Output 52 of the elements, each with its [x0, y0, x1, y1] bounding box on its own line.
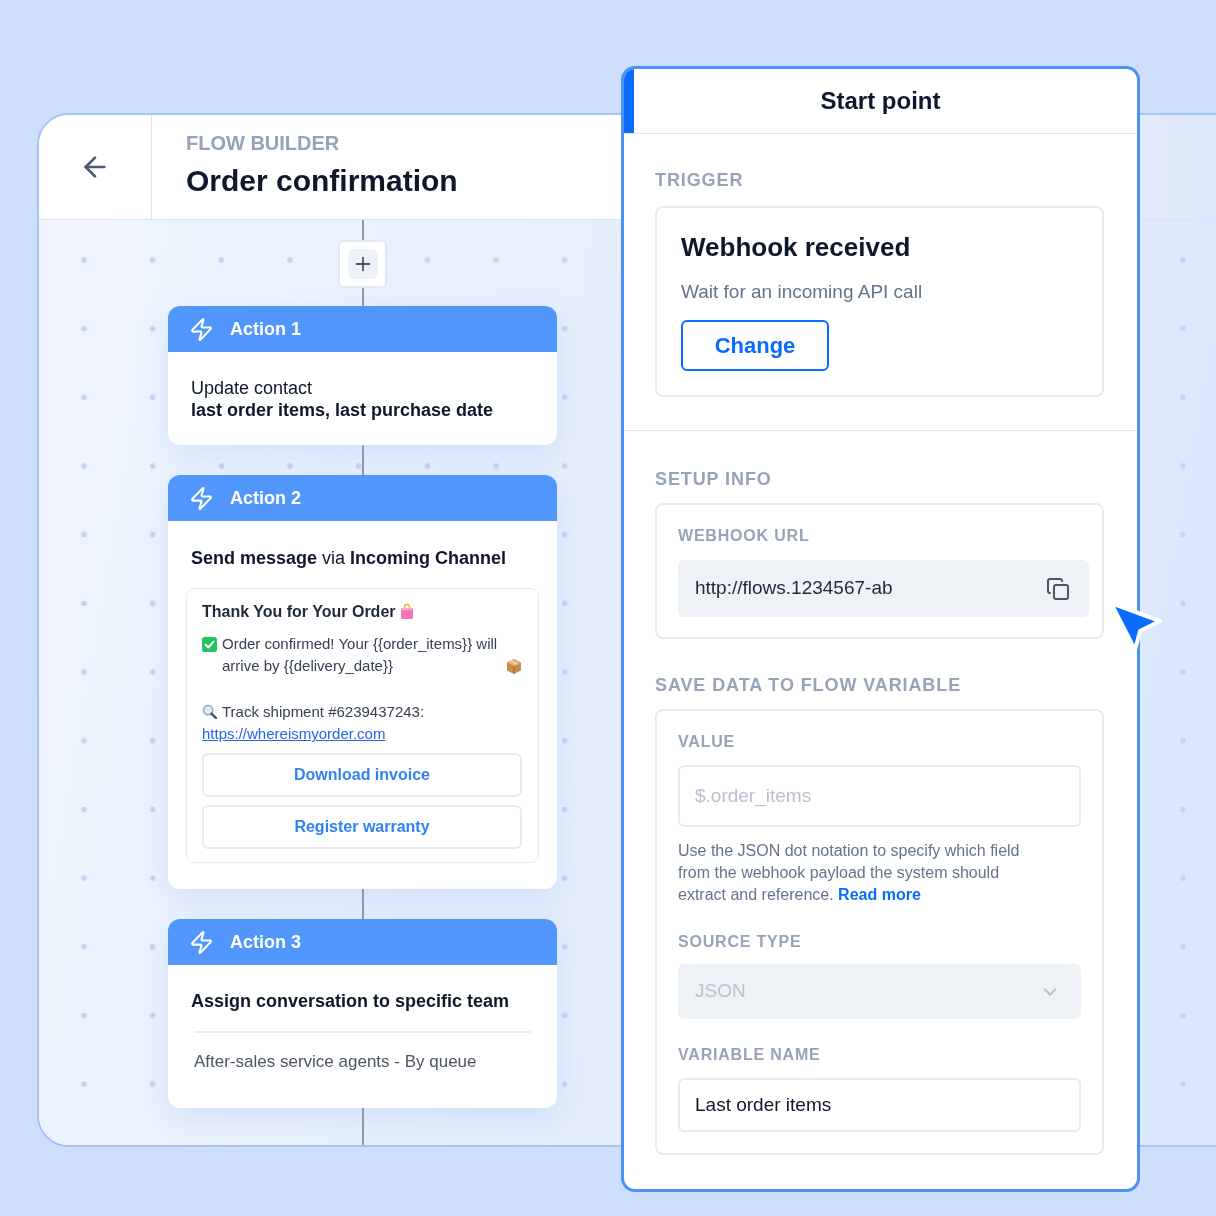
lightning-icon — [189, 485, 214, 511]
field-label: VALUE — [678, 732, 737, 752]
message-title: Thank You for Your Order — [202, 603, 396, 620]
section-heading: SAVE DATA TO FLOW VARIABLE — [655, 674, 963, 696]
connector-line — [361, 1108, 364, 1145]
trigger-title: Webhook received — [681, 232, 912, 262]
section-heading: SETUP INFO — [655, 468, 773, 490]
text-input[interactable]: $.order_items — [678, 765, 1081, 827]
action-text: Send message via Incoming Channel — [190, 547, 508, 569]
tracking-text: Track shipment #6239437243: — [222, 703, 425, 720]
copy-icon — [1046, 576, 1070, 601]
field-label: SOURCE TYPE — [678, 932, 803, 952]
plus-icon — [347, 249, 378, 279]
action-text: Update contact — [191, 377, 314, 399]
action-title: Action 1 — [230, 318, 301, 340]
webhook-url-field[interactable]: http://flows.1234567-ab — [678, 560, 1089, 617]
action-card[interactable]: Action 1 Update contact last order items, last purchase date — [168, 306, 557, 445]
add-step-button[interactable] — [338, 240, 387, 288]
flow-title: Order confirmation — [186, 163, 458, 199]
action-detail: last order items, last purchase date — [191, 399, 495, 421]
help-text: Use the JSON dot notation to specify which field from the webhook payload the system should extract and reference. Read more — [678, 841, 1021, 905]
text-input[interactable]: Last order items — [678, 1078, 1081, 1132]
action-detail: After-sales service agents - By queue — [193, 1051, 478, 1073]
action-card[interactable]: Action 3 Assign conversation to specific team After-sales service agents - By queue — [168, 919, 557, 1108]
check-box-icon — [202, 637, 217, 652]
shopping-bag-icon — [399, 603, 414, 619]
connector-line — [361, 445, 364, 475]
lightning-icon — [189, 929, 214, 955]
connector-line — [361, 220, 364, 240]
action-text: Assign conversation to specific team — [191, 990, 511, 1012]
trigger-description: Wait for an incoming API call — [681, 280, 924, 304]
eyebrow-label: FLOW BUILDER — [186, 131, 341, 155]
copy-button[interactable] — [1045, 575, 1071, 602]
panel-title: Start point — [820, 86, 941, 116]
change-button[interactable]: Change — [681, 320, 829, 371]
field-label: WEBHOOK URL — [678, 526, 811, 546]
action-card[interactable] — [168, 475, 557, 889]
field-label: VARIABLE NAME — [678, 1045, 822, 1065]
package-icon — [506, 658, 522, 674]
lightning-icon — [189, 316, 214, 342]
read-more-link[interactable]: Read more — [838, 886, 921, 903]
connector-line — [361, 889, 364, 919]
magnifier-icon — [202, 704, 217, 719]
message-action-button[interactable]: Register warranty — [202, 805, 522, 849]
accent-bar — [624, 69, 634, 133]
message-action-button[interactable]: Download invoice — [202, 753, 522, 797]
action-title: Action 2 — [230, 487, 301, 509]
section-heading: TRIGGER — [655, 169, 745, 191]
message-text: Order confirmed! Your {{order_items}} will arrive by {{delivery_date}} — [222, 634, 499, 676]
tracking-link[interactable]: https://whereismyorder.com — [202, 725, 386, 742]
connector-line — [361, 288, 364, 306]
action-title: Action 3 — [230, 931, 301, 953]
